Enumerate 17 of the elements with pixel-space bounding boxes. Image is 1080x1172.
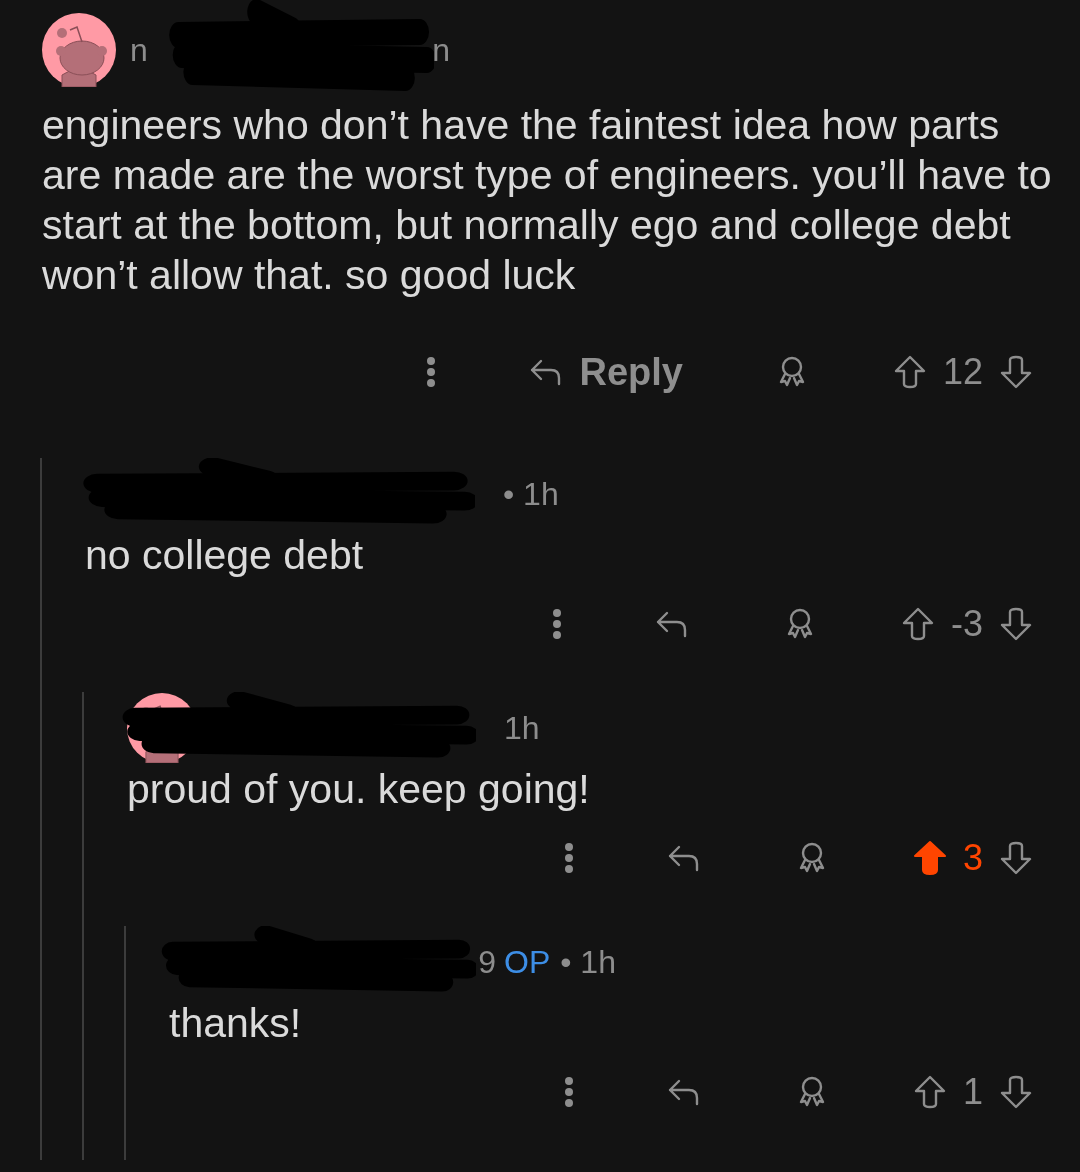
vote-count: 12: [942, 351, 983, 393]
vote-count: 1: [962, 1071, 983, 1113]
timestamp: • 1h: [503, 475, 559, 513]
comment-text: no college debt: [85, 531, 365, 580]
vote-count: 3: [962, 837, 983, 879]
username-fragment[interactable]: 9: [478, 943, 496, 981]
username-fragment[interactable]: n: [130, 31, 148, 69]
reply-button[interactable]: Reply: [527, 350, 683, 394]
username-fragment[interactable]: n: [432, 31, 450, 69]
timestamp: • 1h: [560, 943, 616, 981]
comment-text: proud of you. keep going!: [127, 765, 591, 814]
timestamp: 1h: [504, 709, 540, 747]
avatar-icon[interactable]: [42, 13, 116, 87]
comment-text: engineers who don’t have the faintest idea how parts are made are the worst type of engineers. you’ll have to start at the bottom, but normally ego and college debt won’t allow that. so good luck: [42, 101, 1052, 300]
op-tag: OP: [504, 943, 551, 981]
vote-count: -3: [951, 603, 983, 645]
comment-text: thanks!: [169, 999, 303, 1048]
